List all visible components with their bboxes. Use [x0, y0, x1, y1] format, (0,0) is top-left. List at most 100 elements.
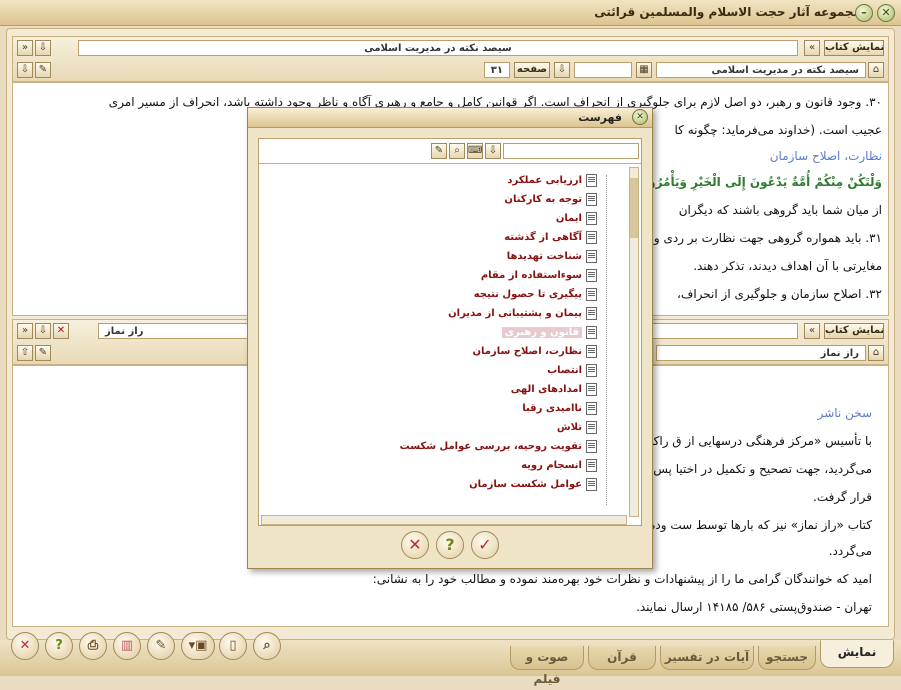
- document-icon: [586, 420, 597, 434]
- notes-button[interactable]: ✎: [147, 632, 175, 660]
- scroll-right-icon[interactable]: »: [17, 323, 33, 339]
- grid-icon[interactable]: ▦: [636, 62, 652, 78]
- index-item[interactable]: شناخت تهدیدها: [507, 249, 597, 267]
- horizontal-scrollbar[interactable]: [261, 515, 627, 525]
- index-item[interactable]: عوامل شکست سازمان: [469, 477, 597, 495]
- index-dialog: فهرست ✕ ⇩ ⌨ ⌕ ✎ ارزیابی عملکرد توجه به ک…: [247, 107, 653, 569]
- print-button[interactable]: ⎙: [79, 632, 107, 660]
- index-item[interactable]: پیمان و پشتیبانی از مدیران: [448, 306, 597, 324]
- ok-button[interactable]: ✓: [471, 531, 499, 559]
- edit-icon: ✎: [155, 638, 167, 653]
- layout-button[interactable]: ▯: [219, 632, 247, 660]
- show-book-button-2[interactable]: نمایش کتاب: [824, 323, 884, 339]
- document-icon: [586, 192, 597, 206]
- index-item[interactable]: نظارت، اصلاح سازمان: [472, 344, 597, 362]
- tag-icon[interactable]: ⌂: [868, 62, 884, 78]
- index-item[interactable]: آگاهی از گذشته: [504, 230, 597, 248]
- book-select[interactable]: سیصد نکته در مدیریت اسلامی: [656, 62, 866, 78]
- close-icon: ✕: [19, 638, 31, 653]
- index-item[interactable]: ناامیدی رقبا: [522, 401, 597, 419]
- document-icon: [586, 230, 597, 244]
- vertical-scrollbar[interactable]: [629, 167, 639, 517]
- tools-icon[interactable]: ✎: [35, 345, 51, 361]
- tools-icon[interactable]: ✎: [35, 62, 51, 78]
- double-chevron-icon[interactable]: «: [804, 323, 820, 339]
- search-button[interactable]: ⌕: [253, 632, 281, 660]
- minimize-icon[interactable]: –: [855, 4, 873, 22]
- divider: [259, 163, 641, 164]
- tools-icon[interactable]: ✎: [431, 143, 447, 159]
- close-pane-icon[interactable]: ✕: [53, 323, 69, 339]
- index-item[interactable]: انسجام رویه: [521, 458, 597, 476]
- double-chevron-icon[interactable]: «: [804, 40, 820, 56]
- dropdown-arrow-icon[interactable]: ⇩: [35, 323, 51, 339]
- books-icon: ▥: [120, 638, 134, 653]
- keyboard-icon[interactable]: ⌨: [467, 143, 483, 159]
- help-icon: ?: [445, 535, 455, 554]
- search-options-icon[interactable]: ⌕: [449, 143, 465, 159]
- dialog-title: فهرست: [578, 111, 622, 124]
- layout-icon: ▯: [229, 638, 237, 653]
- page-number-input[interactable]: ۳۱: [484, 62, 510, 78]
- checkmark-icon: ✓: [478, 535, 492, 554]
- index-item[interactable]: پیگیری تا حصول نتیجه: [474, 287, 597, 305]
- book-select-2[interactable]: راز نماز: [656, 345, 866, 361]
- text-line: تهران - صندوق‌پستی ۵۸۶/ ۱۴۱۸۵ ارسال نمای…: [636, 600, 872, 614]
- scrollbar-thumb[interactable]: [630, 178, 638, 238]
- down-arrow-icon[interactable]: ⇩: [554, 62, 570, 78]
- index-item[interactable]: انتصاب: [547, 363, 597, 381]
- tree-guide-line: [606, 175, 607, 505]
- books-button[interactable]: ▥: [113, 632, 141, 660]
- bookmark-dropdown-icon: ▾▣: [188, 638, 208, 653]
- index-tree-panel: ⇩ ⌨ ⌕ ✎ ارزیابی عملکرد توجه به کارکنان ا…: [258, 138, 642, 526]
- index-item[interactable]: سوءاستفاده از مقام: [481, 268, 597, 286]
- tab-search[interactable]: جستجو: [758, 646, 816, 670]
- document-icon: [586, 268, 597, 282]
- index-item-selected[interactable]: قانون و رهبری: [501, 325, 597, 343]
- document-icon: [586, 306, 597, 320]
- dropdown-arrow-icon[interactable]: ⇩: [35, 40, 51, 56]
- tab-quran[interactable]: قرآن: [588, 646, 656, 670]
- index-item[interactable]: تقویت روحیه، بررسی عوامل شکست: [400, 439, 597, 457]
- document-icon: [586, 344, 597, 358]
- tab-verses-in-tafsir[interactable]: آیات در تفسیر: [660, 646, 754, 670]
- document-icon: [586, 382, 597, 396]
- index-item[interactable]: امدادهای الهی: [511, 382, 597, 400]
- page-label: صفحه: [514, 62, 550, 78]
- index-search-input[interactable]: [503, 143, 639, 159]
- down-arrow-icon[interactable]: ⇩: [485, 143, 501, 159]
- text-line: امید که خوانندگان گرامی ما را از پیشنهاد…: [372, 572, 872, 586]
- cancel-icon: ✕: [408, 535, 422, 554]
- index-item[interactable]: تلاش: [557, 420, 597, 438]
- help-button[interactable]: ?: [45, 632, 73, 660]
- document-icon: [586, 287, 597, 301]
- search-icon: ⌕: [263, 638, 271, 653]
- nav-up-icon[interactable]: ⇧: [17, 345, 33, 361]
- document-icon: [586, 439, 597, 453]
- document-icon: [586, 363, 597, 377]
- cancel-button[interactable]: ✕: [401, 531, 429, 559]
- index-item[interactable]: ارزیابی عملکرد: [507, 173, 597, 191]
- document-icon: [586, 401, 597, 415]
- exit-button[interactable]: ✕: [11, 632, 39, 660]
- printer-icon: ⎙: [87, 638, 99, 653]
- help-button[interactable]: ?: [436, 531, 464, 559]
- document-icon: [586, 173, 597, 187]
- scroll-right-icon[interactable]: »: [17, 40, 33, 56]
- dialog-title-bar: فهرست ✕: [248, 108, 652, 128]
- index-item[interactable]: ایمان: [556, 211, 597, 229]
- tab-display[interactable]: نمایش: [820, 640, 894, 668]
- index-item[interactable]: توجه به کارکنان: [504, 192, 597, 210]
- app-title: مجموعه آثار حجت الاسلام والمسلمین قرائتی: [594, 5, 861, 19]
- help-icon: ?: [55, 638, 63, 653]
- search-field[interactable]: [574, 62, 632, 78]
- document-icon: [586, 211, 597, 225]
- document-icon: [586, 249, 597, 263]
- dialog-close-icon[interactable]: ✕: [632, 109, 648, 125]
- close-icon[interactable]: ✕: [877, 4, 895, 22]
- nav-down-icon[interactable]: ⇩: [17, 62, 33, 78]
- tag-icon[interactable]: ⌂: [868, 345, 884, 361]
- show-book-button[interactable]: نمایش کتاب: [824, 40, 884, 56]
- bookmarks-button[interactable]: ▾▣: [181, 632, 215, 660]
- tab-media[interactable]: صوت و فیلم: [510, 646, 584, 686]
